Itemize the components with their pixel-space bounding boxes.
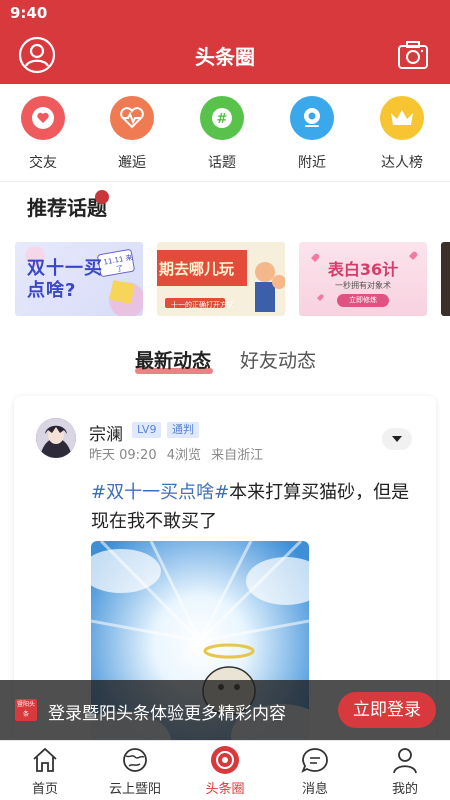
crown-icon (380, 96, 424, 140)
quick-nav-label: 交友 (29, 155, 57, 171)
bottom-nav: 首页 云上暨阳 头条圈 消息 我的 (0, 740, 450, 800)
bottom-nav-label: 首页 (31, 782, 58, 797)
topic-carousel[interactable]: 双十一买点啥? 11.11 来了 期去哪儿玩 十一的正确打开方式 表白36计 一 (0, 242, 450, 318)
tab-latest[interactable]: 最新动态 (135, 346, 211, 373)
topic-card[interactable] (441, 242, 450, 316)
avatar[interactable] (36, 418, 76, 458)
notification-dot (95, 190, 109, 204)
home-icon (33, 747, 57, 772)
quick-nav-leaderboard[interactable]: 达人榜 (367, 96, 437, 172)
login-button[interactable]: 立即登录 (338, 692, 436, 728)
login-prompt-text: 登录暨阳头条体验更多精彩内容 (48, 704, 286, 724)
topic-card-text: 期去哪儿玩 (159, 260, 235, 278)
chevron-down-icon (392, 436, 402, 442)
app-header: 头条圈 (0, 26, 450, 84)
quick-nav-label: 达人榜 (381, 155, 423, 171)
bottom-nav-label: 云上暨阳 (108, 782, 161, 797)
message-icon (301, 748, 328, 773)
bottom-nav-cloud[interactable]: 云上暨阳 (95, 745, 175, 797)
post-content: #双十一买点啥#本来打算买猫砂，但是现在我不敢买了 (91, 478, 411, 536)
hashtag-icon: # (200, 96, 244, 140)
topic-card-subtext: 十一的正确打开方式 (171, 301, 234, 309)
topic-card-button[interactable]: 立即修炼 (337, 294, 389, 307)
profile-icon (393, 748, 417, 774)
heart-icon (21, 96, 65, 140)
login-banner: 暨阳头条 登录暨阳头条体验更多精彩内容 立即登录 (0, 680, 450, 740)
camera-button[interactable] (396, 38, 430, 72)
quick-nav-encounter[interactable]: 邂逅 (97, 96, 167, 172)
app-screen: 9:40 头条圈 交友 邂逅 # 话题 附近 达人榜 推荐话题 双十一买点啥? … (0, 0, 450, 800)
quick-nav-make-friends[interactable]: 交友 (8, 96, 78, 172)
post-meta: 昨天 09:20 4浏览 来自浙江 (89, 444, 269, 463)
topic-card-text: 表白36计 (327, 260, 399, 279)
topic-card-subtext: 一秒拥有对象术 (335, 281, 391, 290)
bottom-nav-label: 我的 (391, 782, 418, 797)
bottom-nav-headline-circle[interactable]: 头条圈 (185, 745, 265, 797)
heartbeat-icon (110, 96, 154, 140)
bottom-nav-home[interactable]: 首页 (5, 745, 85, 797)
post-more-button[interactable] (382, 428, 412, 450)
globe-icon (123, 748, 147, 772)
topic-card-text: 双十一买点啥? (27, 258, 103, 301)
quick-nav: 交友 邂逅 # 话题 附近 达人榜 (0, 84, 450, 182)
quick-nav-label: 邂逅 (118, 155, 146, 171)
app-logo: 暨阳头条 (15, 699, 37, 721)
status-time: 9:40 (10, 4, 48, 22)
role-badge: 通判 (167, 422, 199, 438)
post-username[interactable]: 宗澜 (89, 420, 123, 445)
quick-nav-topics[interactable]: # 话题 (187, 96, 257, 172)
camera-icon (398, 41, 428, 69)
post-views: 4浏览 (166, 448, 202, 463)
topic-card[interactable]: 期去哪儿玩 十一的正确打开方式 (157, 242, 285, 316)
headline-circle-icon (211, 746, 239, 774)
page-title: 头条圈 (195, 45, 255, 69)
tab-friends[interactable]: 好友动态 (240, 346, 316, 373)
feed-tabs: 最新动态 好友动态 (0, 340, 450, 380)
location-icon (290, 96, 334, 140)
bottom-nav-profile[interactable]: 我的 (365, 745, 445, 797)
bottom-nav-messages[interactable]: 消息 (275, 745, 355, 797)
bottom-nav-label: 消息 (301, 782, 328, 797)
topic-card[interactable]: 表白36计 一秒拥有对象术 立即修炼 (299, 242, 427, 316)
svg-text:#: # (217, 112, 228, 127)
bottom-nav-label: 头条圈 (205, 782, 245, 797)
post-location: 来自浙江 (211, 448, 264, 463)
quick-nav-label: 话题 (208, 155, 236, 171)
post-time: 昨天 09:20 (89, 448, 157, 463)
level-badge: LV9 (132, 422, 162, 438)
topic-card[interactable]: 双十一买点啥? 11.11 来了 (15, 242, 143, 316)
post-hashtag[interactable]: #双十一买点啥# (91, 482, 229, 503)
status-bar: 9:40 (0, 0, 450, 26)
quick-nav-nearby[interactable]: 附近 (277, 96, 347, 172)
quick-nav-label: 附近 (298, 155, 326, 171)
